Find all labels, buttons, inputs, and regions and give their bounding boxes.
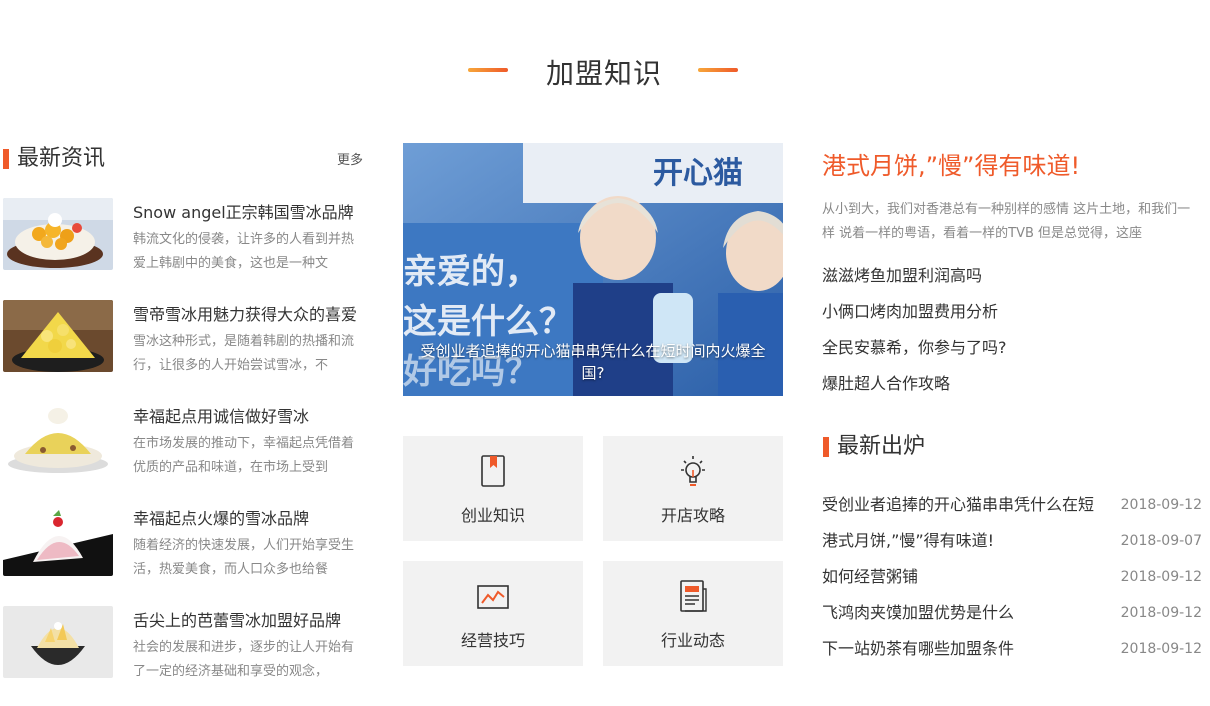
tile-industry-news[interactable]: 行业动态 bbox=[603, 561, 783, 666]
hero-caption[interactable]: 受创业者追捧的开心猫串串凭什么在短时间内火爆全国? bbox=[403, 340, 783, 396]
release-date: 2018-09-12 bbox=[1120, 569, 1202, 585]
title-decor-right bbox=[698, 68, 738, 72]
tile-label: 开店攻略 bbox=[660, 506, 725, 525]
news-title[interactable]: 雪帝雪冰用魅力获得大众的喜爱 bbox=[133, 301, 363, 325]
heading-accent-bar bbox=[823, 437, 829, 457]
list-item[interactable]: 幸福起点用诚信做好雪冰 在市场发展的推动下，幸福起点凭借着优质的产品和味道，在市… bbox=[0, 402, 365, 504]
tile-store-guide[interactable]: 开店攻略 bbox=[603, 436, 783, 541]
article-link[interactable]: 全民安慕希，你参与了吗? bbox=[822, 336, 1202, 372]
news-thumbnail[interactable] bbox=[3, 606, 113, 678]
release-title[interactable]: 港式月饼,”慢”得有味道! bbox=[822, 530, 1102, 552]
tile-business-tips[interactable]: 经营技巧 bbox=[403, 561, 583, 666]
news-summary: 雪冰这种形式，是随着韩剧的热播和流行，让很多的人开始尝试雪冰，不 bbox=[133, 334, 355, 373]
news-summary: 韩流文化的侵袭，让许多的人看到并热爱上韩剧中的美食，这也是一种文 bbox=[133, 232, 355, 271]
tile-label: 创业知识 bbox=[460, 506, 525, 525]
news-title[interactable]: Snow angel正宗韩国雪冰品牌 bbox=[133, 199, 363, 223]
hero-sign-text: 开心猫 bbox=[653, 156, 743, 191]
article-link[interactable]: 滋滋烤鱼加盟利润高吗 bbox=[822, 264, 1202, 300]
bookmark-book-icon bbox=[477, 454, 509, 488]
hero-banner-text-1: 亲爱的， bbox=[403, 252, 539, 292]
news-thumbnail[interactable] bbox=[3, 402, 113, 474]
latest-news-header: 最新资讯 更多 bbox=[0, 143, 365, 175]
latest-releases-list: 受创业者追捧的开心猫串串凭什么在短 2018-09-12 港式月饼,”慢”得有味… bbox=[822, 494, 1204, 674]
news-title[interactable]: 舌尖上的芭蕾雪冰加盟好品牌 bbox=[133, 607, 363, 631]
release-title[interactable]: 受创业者追捧的开心猫串串凭什么在短 bbox=[822, 494, 1102, 516]
featured-hero-image[interactable]: 开心猫 亲爱的， 这是什么？ 好吃吗？ 受创业者追捧的开心猫串串凭什么在短时间内… bbox=[403, 143, 783, 396]
list-item[interactable]: 受创业者追捧的开心猫串串凭什么在短 2018-09-12 bbox=[822, 494, 1204, 530]
heading-accent-bar bbox=[3, 149, 9, 169]
release-title[interactable]: 飞鸿肉夹馍加盟优势是什么 bbox=[822, 602, 1102, 624]
featured-article-title[interactable]: 港式月饼,”慢”得有味道! bbox=[822, 146, 1080, 181]
latest-news-column: 最新资讯 更多 bbox=[0, 143, 365, 175]
release-date: 2018-09-07 bbox=[1120, 533, 1202, 549]
tile-startup-knowledge[interactable]: 创业知识 bbox=[403, 436, 583, 541]
news-list: Snow angel正宗韩国雪冰品牌 韩流文化的侵袭，让许多的人看到并热爱上韩剧… bbox=[0, 198, 365, 706]
list-item[interactable]: 港式月饼,”慢”得有味道! 2018-09-07 bbox=[822, 530, 1204, 566]
tile-label: 行业动态 bbox=[660, 631, 725, 650]
title-decor-left bbox=[468, 68, 508, 72]
section-header: 加盟知识 bbox=[0, 48, 1210, 92]
section-title: 加盟知识 bbox=[545, 57, 662, 90]
tile-label: 经营技巧 bbox=[460, 631, 525, 650]
list-item[interactable]: 下一站奶茶有哪些加盟条件 2018-09-12 bbox=[822, 638, 1204, 674]
latest-releases-header: 最新出炉 bbox=[822, 431, 1202, 463]
list-item[interactable]: 幸福起点火爆的雪冰品牌 随着经济的快速发展，人们开始享受生活，热爱美食，而人口众… bbox=[0, 504, 365, 606]
latest-releases-heading: 最新出炉 bbox=[837, 434, 926, 459]
release-title[interactable]: 如何经营粥铺 bbox=[822, 566, 1102, 588]
article-link[interactable]: 小俩口烤肉加盟费用分析 bbox=[822, 300, 1202, 336]
news-document-icon bbox=[677, 579, 709, 613]
line-chart-icon bbox=[477, 579, 509, 613]
news-thumbnail[interactable] bbox=[3, 300, 113, 372]
list-item[interactable]: Snow angel正宗韩国雪冰品牌 韩流文化的侵袭，让许多的人看到并热爱上韩剧… bbox=[0, 198, 365, 300]
release-title[interactable]: 下一站奶茶有哪些加盟条件 bbox=[822, 638, 1102, 660]
article-link[interactable]: 爆肚超人合作攻略 bbox=[822, 372, 1202, 408]
news-title[interactable]: 幸福起点火爆的雪冰品牌 bbox=[133, 505, 363, 529]
latest-news-heading: 最新资讯 bbox=[17, 146, 106, 171]
news-thumbnail[interactable] bbox=[3, 198, 113, 270]
more-link[interactable]: 更多 bbox=[337, 149, 363, 168]
lightbulb-icon bbox=[677, 454, 709, 488]
news-summary: 社会的发展和进步，逐步的让人开始有了一定的经济基础和享受的观念， bbox=[133, 640, 355, 679]
featured-article-summary: 从小到大，我们对香港总有一种别样的感情 这片土地，和我们一样 说着一样的粤语，看… bbox=[822, 202, 1191, 241]
release-date: 2018-09-12 bbox=[1120, 497, 1202, 513]
news-thumbnail[interactable] bbox=[3, 504, 113, 576]
list-item[interactable]: 飞鸿肉夹馍加盟优势是什么 2018-09-12 bbox=[822, 602, 1204, 638]
news-summary: 在市场发展的推动下，幸福起点凭借着优质的产品和味道，在市场上受到 bbox=[133, 436, 355, 475]
hero-banner-text-2: 这是什么？ bbox=[403, 302, 573, 342]
release-date: 2018-09-12 bbox=[1120, 605, 1202, 621]
release-date: 2018-09-12 bbox=[1120, 641, 1202, 657]
news-title[interactable]: 幸福起点用诚信做好雪冰 bbox=[133, 403, 363, 427]
news-summary: 随着经济的快速发展，人们开始享受生活，热爱美食，而人口众多也给餐 bbox=[133, 538, 355, 577]
list-item[interactable]: 如何经营粥铺 2018-09-12 bbox=[822, 566, 1204, 602]
list-item[interactable]: 舌尖上的芭蕾雪冰加盟好品牌 社会的发展和进步，逐步的让人开始有了一定的经济基础和… bbox=[0, 606, 365, 706]
list-item[interactable]: 雪帝雪冰用魅力获得大众的喜爱 雪冰这种形式，是随着韩剧的热播和流行，让很多的人开… bbox=[0, 300, 365, 402]
featured-links: 滋滋烤鱼加盟利润高吗 小俩口烤肉加盟费用分析 全民安慕希，你参与了吗? 爆肚超人… bbox=[822, 264, 1202, 408]
